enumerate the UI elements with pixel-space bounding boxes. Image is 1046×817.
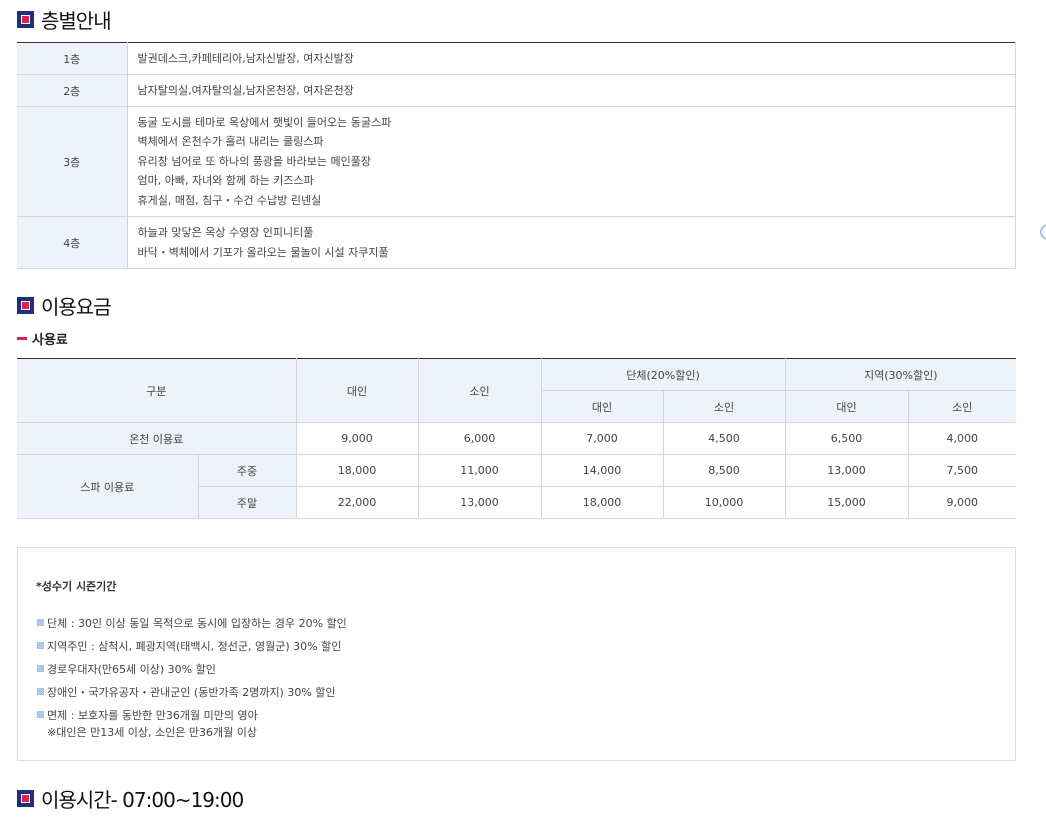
- header-child: 소인: [418, 358, 542, 423]
- header-category: 구분: [17, 358, 297, 423]
- section-square-icon: [17, 297, 34, 314]
- floor-desc-cell: 남자탈의실,여자탈의실,남자온천장, 여자온천장: [127, 74, 1016, 107]
- row-sublabel: 주말: [198, 486, 297, 519]
- hours-title-text: 이용시간- 07:00~19:00: [41, 788, 244, 812]
- note-text: 지역주민 : 삼척시, 폐광지역(태백시, 정선군, 영월군) 30% 할인: [47, 640, 342, 653]
- header-local-adult: 대인: [785, 390, 909, 423]
- subtitle-bar-icon: [17, 337, 27, 340]
- list-item: ▩ 단체 : 30인 이상 동일 목적으로 동시에 입장하는 경우 20% 할인: [36, 612, 997, 635]
- floor-desc-cell: 발권데스크,카페테리아,남자신발장, 여자신발장: [127, 42, 1016, 75]
- price-cell: 6,000: [418, 422, 542, 455]
- price-cell: 9,000: [908, 486, 1017, 519]
- floor-cell: 3층: [17, 106, 128, 217]
- floor-cell: 2층: [17, 74, 128, 107]
- row-label: 스파 이용료: [17, 454, 199, 519]
- price-cell: 11,000: [418, 454, 542, 487]
- floor-desc-cell: 하늘과 맞닿은 옥상 수영장 인피니티풀 바닥・벽체에서 기포가 올라오는 물놀…: [127, 216, 1016, 269]
- floor-desc-line: 벽체에서 온천수가 흘러 내리는 쿨링스파: [137, 135, 324, 149]
- table-row: 스파 이용료 주중 18,000 11,000 14,000 8,500 13,…: [17, 454, 1017, 519]
- price-cell: 8,500: [663, 454, 786, 487]
- floor-desc-line: 발권데스크,카페테리아,남자신발장, 여자신발장: [137, 51, 354, 65]
- floor-desc-cell: 동굴 도시를 테마로 옥상에서 햇빛이 들어오는 동굴스파 벽체에서 온천수가 …: [127, 106, 1016, 217]
- floor-desc-line: 엄마, 아빠, 자녀와 함께 하는 키즈스파: [137, 174, 314, 188]
- header-local: 지역(30%할인): [785, 358, 1017, 391]
- floor-guide-title-text: 층별안내: [41, 9, 112, 33]
- floor-cell: 4층: [17, 216, 128, 269]
- row-label: 온천 이용료: [17, 422, 297, 455]
- floor-guide-table: 1층 발권데스크,카페테리아,남자신발장, 여자신발장 2층 남자탈의실,여자탈…: [17, 42, 1016, 269]
- floor-desc-line: 하늘과 맞닿은 옥상 수영장 인피니티풀: [137, 226, 314, 239]
- table-row: 1층 발권데스크,카페테리아,남자신발장, 여자신발장: [17, 42, 1016, 75]
- price-cell: 18,000: [296, 454, 419, 487]
- bullet-icon: ▩: [36, 687, 45, 697]
- header-local-child: 소인: [908, 390, 1017, 423]
- table-row: 2층 남자탈의실,여자탈의실,남자온천장, 여자온천장: [17, 74, 1016, 107]
- fees-subtitle-text: 사용료: [32, 333, 68, 348]
- list-item: ▩ 장애인・국가유공자・관내군인 (동반가족 2명까지) 30% 할인: [36, 681, 997, 704]
- price-cell: 15,000: [785, 486, 909, 519]
- notes-head: *성수기 시즌기간: [36, 580, 117, 593]
- header-group-adult: 대인: [541, 390, 664, 423]
- side-scroll-handle-icon[interactable]: [1040, 224, 1046, 240]
- table-header-row: 구분 대인 소인 단체(20%할인) 지역(30%할인): [17, 358, 1017, 423]
- price-cell: 14,000: [541, 454, 664, 487]
- floor-cell: 1층: [17, 42, 128, 75]
- row-sublabel: 주중: [198, 454, 297, 487]
- table-row: 온천 이용료 9,000 6,000 7,000 4,500 6,500 4,0…: [17, 422, 1017, 455]
- price-cell: 6,500: [785, 422, 909, 455]
- price-cell: 7,000: [541, 422, 664, 455]
- bullet-icon: ▩: [36, 710, 45, 720]
- fees-title: 이용요금: [17, 291, 112, 320]
- floor-guide-title: 층별안내: [17, 5, 112, 34]
- notes-box: *성수기 시즌기간 ▩ 단체 : 30인 이상 동일 목적으로 동시에 입장하는…: [17, 547, 1016, 761]
- header-adult: 대인: [296, 358, 419, 423]
- header-group: 단체(20%할인): [541, 358, 786, 391]
- list-item: ▩ 경로우대자(만65세 이상) 30% 할인: [36, 658, 997, 681]
- header-group-child: 소인: [663, 390, 786, 423]
- floor-desc-line: 남자탈의실,여자탈의실,남자온천장, 여자온천장: [137, 83, 354, 97]
- price-cell: 13,000: [785, 454, 909, 487]
- bullet-icon: ▩: [36, 618, 45, 628]
- price-cell: 22,000: [296, 486, 419, 519]
- note-subtext: ※대인은 만13세 이상, 소인은 만36개월 이상: [47, 726, 257, 739]
- list-item: ▩ 지역주민 : 삼척시, 폐광지역(태백시, 정선군, 영월군) 30% 할인: [36, 635, 997, 658]
- note-text: 단체 : 30인 이상 동일 목적으로 동시에 입장하는 경우 20% 할인: [47, 617, 347, 630]
- floor-desc-line: 유리창 넘어로 또 하나의 풍광을 바라보는 메인풀장: [137, 154, 372, 168]
- bullet-icon: ▩: [36, 664, 45, 674]
- table-row: 4층 하늘과 맞닿은 옥상 수영장 인피니티풀 바닥・벽체에서 기포가 올라오는…: [17, 216, 1016, 269]
- price-cell: 18,000: [541, 486, 664, 519]
- note-text: 장애인・국가유공자・관내군인 (동반가족 2명까지) 30% 할인: [47, 686, 336, 699]
- floor-desc-line: 바닥・벽체에서 기포가 올라오는 물놀이 시설 자쿠지풀: [137, 245, 389, 259]
- fees-subtitle: 사용료: [17, 329, 68, 348]
- section-square-icon: [17, 790, 34, 807]
- floor-desc-line: 동굴 도시를 테마로 옥상에서 햇빛이 들어오는 동굴스파: [137, 115, 392, 129]
- floor-desc-line: 휴게실, 매점, 침구・수건 수납방 린넨실: [137, 193, 322, 207]
- price-cell: 7,500: [908, 454, 1017, 487]
- price-cell: 10,000: [663, 486, 786, 519]
- section-square-icon: [17, 11, 34, 28]
- note-text: 경로우대자(만65세 이상) 30% 할인: [47, 663, 216, 676]
- price-cell: 9,000: [296, 422, 419, 455]
- price-cell: 4,000: [908, 422, 1017, 455]
- bullet-icon: ▩: [36, 641, 45, 651]
- hours-title: 이용시간- 07:00~19:00: [17, 784, 244, 813]
- price-cell: 13,000: [418, 486, 542, 519]
- fees-title-text: 이용요금: [41, 295, 112, 319]
- price-table: 구분 대인 소인 단체(20%할인) 지역(30%할인) 대인 소인 대인 소인…: [17, 358, 1017, 519]
- table-row: 3층 동굴 도시를 테마로 옥상에서 햇빛이 들어오는 동굴스파 벽체에서 온천…: [17, 106, 1016, 217]
- price-cell: 4,500: [663, 422, 786, 455]
